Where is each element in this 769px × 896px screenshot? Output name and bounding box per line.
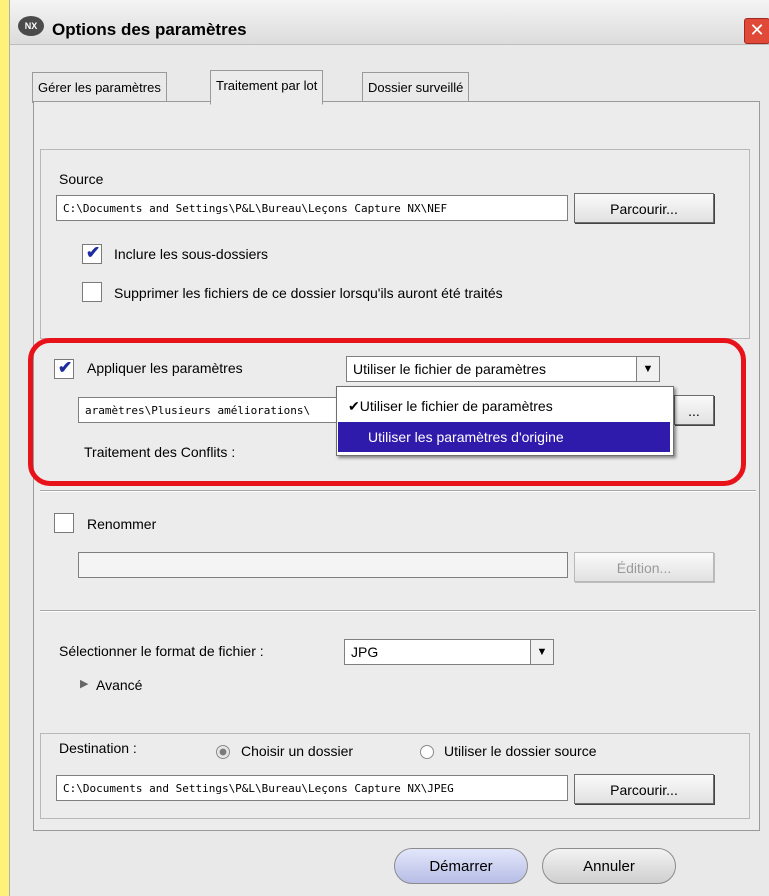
nx-logo-icon: NX [18, 16, 44, 36]
format-select[interactable]: JPG ▼ [344, 639, 554, 665]
source-label: Source [59, 171, 104, 187]
tab-watched-folder[interactable]: Dossier surveillé [362, 72, 470, 103]
title-bar: NX Options des paramètres ✕ [10, 0, 769, 45]
source-group [40, 149, 750, 339]
cancel-button[interactable]: Annuler [542, 848, 676, 884]
include-subfolders-checkbox[interactable]: ✔ [82, 243, 102, 264]
dropdown-arrow-icon[interactable]: ▼ [530, 639, 554, 665]
separator [40, 610, 756, 612]
source-folder-label: Utiliser le dossier source [444, 743, 597, 759]
advanced-toggle[interactable]: Avancé [96, 677, 142, 693]
rename-label: Renommer [87, 516, 157, 532]
choose-folder-radio[interactable] [216, 745, 230, 759]
choose-folder-label: Choisir un dossier [241, 743, 354, 759]
separator [40, 490, 756, 492]
source-browse-button[interactable]: Parcourir... [574, 193, 714, 223]
rename-checkbox[interactable] [54, 513, 74, 533]
rename-edit-button[interactable]: Édition... [574, 552, 714, 582]
window-title: Options des paramètres [52, 20, 247, 39]
delete-files-label: Supprimer les fichiers de ce dossier lor… [114, 285, 503, 301]
triangle-right-icon[interactable]: ▶ [80, 677, 88, 690]
close-button[interactable]: ✕ [744, 18, 769, 44]
close-icon: ✕ [749, 20, 765, 40]
tab-manage-settings[interactable]: Gérer les paramètres [32, 72, 167, 103]
tab-batch-processing[interactable]: Traitement par lot [210, 70, 324, 105]
destination-label: Destination : [59, 740, 137, 756]
destination-path-field[interactable]: C:\Documents and Settings\P&L\Bureau\Leç… [56, 775, 568, 801]
source-path-field[interactable]: C:\Documents and Settings\P&L\Bureau\Leç… [56, 195, 568, 221]
delete-files-checkbox[interactable] [82, 282, 102, 302]
checkmark-icon: ✔ [86, 243, 101, 262]
destination-browse-button[interactable]: Parcourir... [574, 774, 714, 804]
format-label: Sélectionner le format de fichier : [59, 643, 264, 659]
annotation-highlight-ring [28, 338, 746, 486]
format-value: JPG [351, 644, 379, 660]
source-folder-radio[interactable] [420, 745, 434, 759]
rename-field[interactable] [78, 552, 568, 578]
include-subfolders-label: Inclure les sous-dossiers [114, 246, 269, 262]
start-button[interactable]: Démarrer [394, 848, 528, 884]
